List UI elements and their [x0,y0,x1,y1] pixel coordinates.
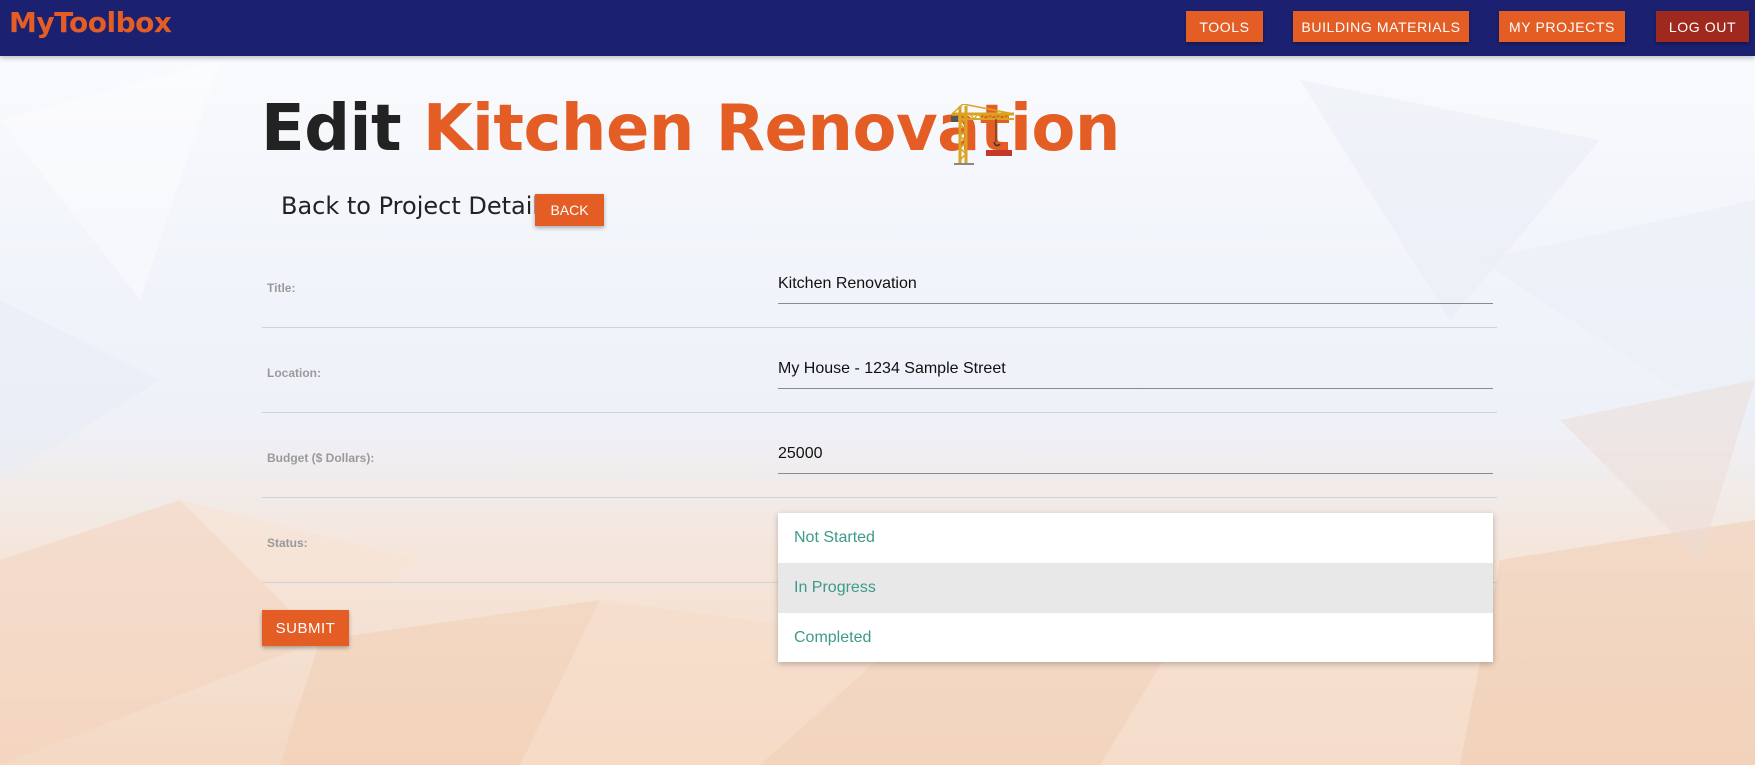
nav-my-projects-button[interactable]: MY PROJECTS [1499,11,1625,42]
status-option-not-started[interactable]: Not Started [778,513,1493,563]
status-dropdown[interactable]: Not Started In Progress Completed [778,513,1493,662]
status-field-label: Status: [267,536,308,550]
back-button[interactable]: BACK [535,194,604,226]
nav-logout-button[interactable]: LOG OUT [1656,11,1749,42]
title-field-label: Title: [267,281,296,295]
form-row-location: Location: [262,328,1497,413]
nav-building-materials-button[interactable]: BUILDING MATERIALS [1293,11,1469,42]
status-option-completed[interactable]: Completed [778,613,1493,663]
submit-button[interactable]: SUBMIT [262,610,349,646]
nav-tools-button[interactable]: TOOLS [1186,11,1263,42]
location-field[interactable] [778,349,1493,389]
title-prefix: Edit [261,92,402,166]
main-content: Edit Kitchen Renovation Back to Project … [0,0,1755,765]
construction-crane-icon [951,104,1015,165]
status-option-in-progress[interactable]: In Progress [778,563,1493,613]
back-to-project-label: Back to Project Details [281,192,552,220]
form-row-budget: Budget ($ Dollars): [262,413,1497,498]
budget-field[interactable] [778,434,1493,474]
top-navbar: MyToolbox TOOLS BUILDING MATERIALS MY PR… [0,0,1755,56]
brand-logo[interactable]: MyToolbox [9,6,172,39]
form-row-title: Title: [262,243,1497,328]
budget-field-label: Budget ($ Dollars): [267,451,375,465]
location-field-label: Location: [267,366,321,380]
title-field[interactable] [778,264,1493,304]
